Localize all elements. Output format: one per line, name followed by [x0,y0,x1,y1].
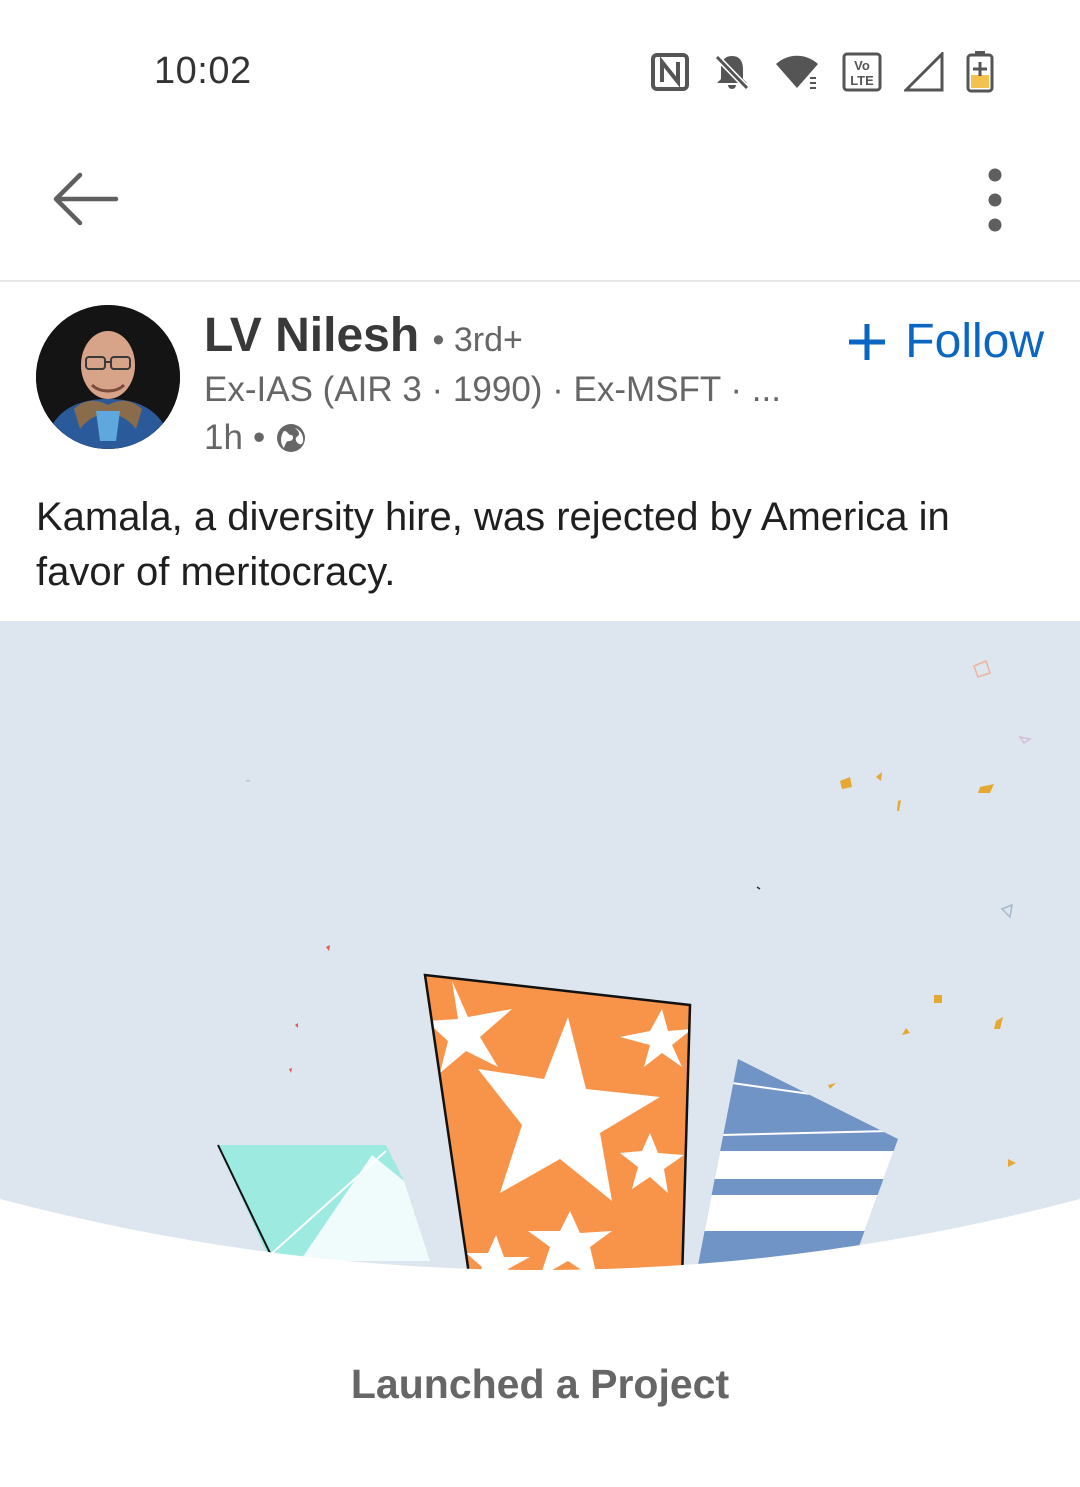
teal-gift-box [217,1144,430,1261]
follow-label: Follow [905,315,1044,368]
follow-button[interactable]: Follow [847,314,1044,369]
nfc-icon [651,53,689,91]
status-bar: 10:02 Vo LTE [0,0,1080,140]
celebration-illustration [0,659,1080,1487]
author-headline: Ex-IAS (AIR 3 · 1990) · Ex-MSFT · ... [204,370,781,409]
author-name-text[interactable]: LV Nilesh [204,309,419,362]
arrow-left-icon [53,172,119,226]
status-icons: Vo LTE [650,50,994,94]
meta-separator: • [252,418,266,457]
plus-icon [849,323,886,360]
app-bar [0,140,1080,282]
svg-text:LTE: LTE [850,73,874,88]
orange-star-gift-box [423,973,692,1282]
connection-degree: • 3rd+ [432,321,523,359]
more-vertical-icon [988,168,1002,232]
post-header: LV Nilesh • 3rd+ Ex-IAS (AIR 3 · 1990) ·… [0,284,1080,464]
battery-charging-icon [966,51,994,93]
svg-text:Vo: Vo [854,58,870,73]
volte-icon: Vo LTE [842,52,882,92]
post-time: 1h [204,418,243,457]
wifi-icon [776,55,818,89]
signal-icon [904,52,944,92]
author-name[interactable]: LV Nilesh • 3rd+ [204,308,523,363]
more-options-button[interactable] [970,160,1020,240]
back-button[interactable] [40,164,130,234]
post-meta: 1h • [204,418,307,458]
blue-striped-gift-box [698,1059,898,1265]
media-caption: Launched a Project [350,1361,730,1407]
post-media[interactable]: Launched a Project [0,621,1080,1487]
avatar[interactable] [36,305,180,449]
bell-off-icon [714,54,750,91]
post-text: Kamala, a diversity hire, was rejected b… [36,495,950,594]
status-time: 10:02 [154,50,252,92]
globe-icon [277,424,306,452]
